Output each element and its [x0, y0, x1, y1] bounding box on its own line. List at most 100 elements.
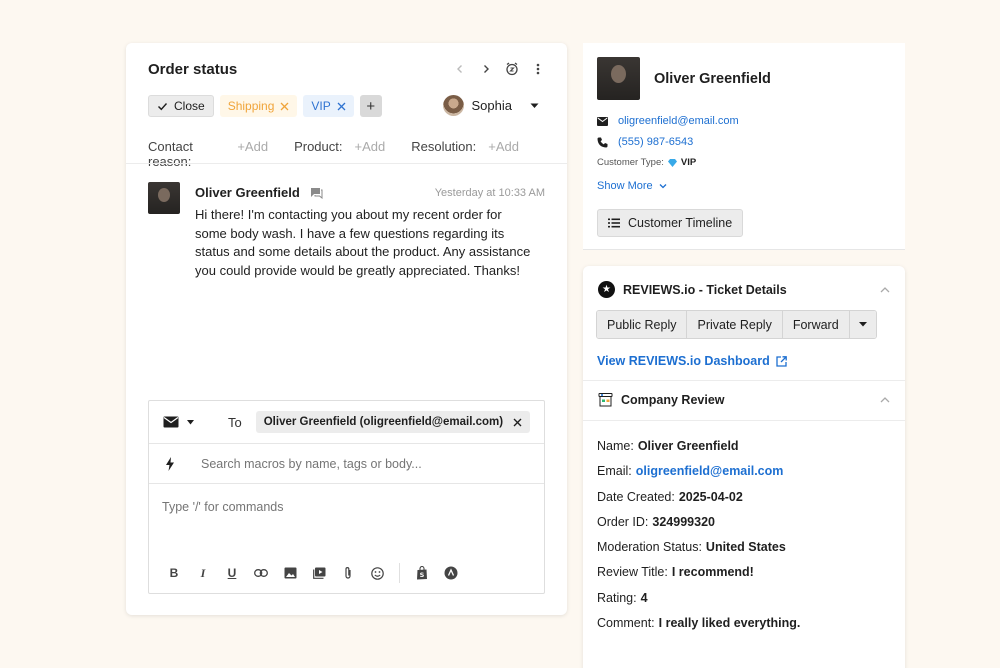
assignee-name: Sophia: [471, 98, 512, 113]
message-author-row: Oliver Greenfield: [195, 185, 323, 200]
ticket-actions: [453, 62, 545, 76]
store-icon: [598, 393, 613, 407]
reply-body-input[interactable]: [162, 500, 522, 514]
customer-email-link[interactable]: oligreenfield@email.com: [618, 115, 739, 127]
caret-down-icon: [858, 322, 867, 327]
ticket-tags: Close Shipping VIP +: [148, 95, 382, 117]
snooze-alarm-icon[interactable]: [505, 62, 519, 76]
detail-row-comment: Comment: I really liked everything.: [597, 616, 800, 641]
detail-value: United States: [705, 540, 786, 555]
message-author: Oliver Greenfield: [195, 185, 300, 200]
avatar: [597, 57, 640, 100]
view-dashboard-link[interactable]: View REVIEWS.io Dashboard: [597, 354, 787, 368]
tag-vip-label: VIP: [311, 99, 331, 113]
field-label: Resolution:: [411, 139, 477, 154]
customer-type-value: VIP: [680, 157, 697, 168]
format-toolbar: B I U S: [167, 563, 458, 583]
public-reply-button[interactable]: Public Reply: [597, 311, 688, 338]
detail-row-order-id: Order ID: 324999320: [597, 515, 800, 540]
channel-dropdown[interactable]: [163, 416, 194, 428]
chevron-up-icon[interactable]: [880, 397, 890, 403]
phone-icon: [597, 137, 608, 147]
video-icon[interactable]: [312, 566, 326, 580]
chevron-up-icon[interactable]: [880, 286, 890, 293]
review-details: Name: Oliver Greenfield Email: oligreenf…: [597, 439, 800, 641]
assignee-dropdown[interactable]: Sophia: [442, 95, 539, 116]
close-label: Close: [174, 99, 205, 113]
to-label: To: [228, 414, 242, 430]
detail-label: Order ID:: [597, 514, 649, 529]
customer-type: Customer Type: VIP: [597, 157, 696, 168]
close-ticket-button[interactable]: Close: [148, 95, 214, 117]
customer-phone-link[interactable]: (555) 987-6543: [618, 136, 693, 148]
lightning-icon: [166, 456, 174, 471]
detail-label: Name:: [597, 439, 634, 453]
customer-type-label: Customer Type:: [597, 157, 664, 168]
underline-icon[interactable]: U: [225, 566, 239, 580]
svg-text:S: S: [420, 571, 425, 579]
detail-label: Review Title:: [597, 565, 668, 580]
more-actions-dropdown[interactable]: [849, 311, 876, 338]
field-resolution: Resolution: +Add: [411, 139, 519, 169]
ticket-panel: Order status Close Shipping VIP + Sophia…: [126, 43, 567, 615]
private-reply-button[interactable]: Private Reply: [687, 311, 783, 338]
message-time: Yesterday at 10:33 AM: [434, 186, 545, 199]
detail-label: Moderation Status:: [597, 540, 702, 555]
detail-value: 2025-04-02: [678, 489, 743, 504]
ticket-header: Order status: [148, 59, 545, 79]
italic-icon[interactable]: I: [196, 566, 210, 580]
reviews-title: REVIEWS.io - Ticket Details: [623, 282, 787, 297]
chevron-left-icon[interactable]: [453, 62, 467, 76]
mail-icon: [163, 416, 179, 428]
chevron-right-icon[interactable]: [479, 62, 493, 76]
detail-value: I really liked everything.: [658, 616, 801, 631]
more-vertical-icon[interactable]: [531, 62, 545, 76]
avatar: [442, 95, 464, 116]
field-add-button[interactable]: +Add: [354, 139, 385, 169]
detail-row-date: Date Created: 2025-04-02: [597, 490, 800, 515]
detail-label: Date Created:: [597, 489, 675, 504]
reply-composer: To Oliver Greenfield (oligreenfield@emai…: [148, 400, 545, 594]
company-review-header[interactable]: Company Review: [598, 393, 890, 407]
bold-icon[interactable]: B: [167, 566, 181, 580]
remove-tag-icon[interactable]: [337, 102, 346, 111]
detail-label: Rating:: [597, 590, 637, 605]
toolbar-divider: [399, 563, 400, 583]
tag-vip[interactable]: VIP: [303, 95, 354, 117]
ticket-title: Order status: [148, 60, 238, 78]
field-add-button[interactable]: +Add: [488, 139, 519, 169]
shopify-icon[interactable]: S: [415, 566, 429, 580]
tag-shipping[interactable]: Shipping: [219, 95, 298, 117]
detail-label: Email:: [597, 464, 632, 479]
attachment-icon[interactable]: [341, 566, 355, 580]
ticket-fields: Contact reason: +Add Product: +Add Resol…: [148, 139, 545, 169]
emoji-icon[interactable]: [370, 566, 384, 580]
app-extension-icon[interactable]: [444, 566, 458, 580]
detail-email-link[interactable]: oligreenfield@email.com: [636, 464, 784, 489]
macros-row: [149, 444, 544, 484]
image-icon[interactable]: [283, 566, 297, 580]
forward-button[interactable]: Forward: [782, 311, 850, 338]
reviews-title-row: ★ REVIEWS.io - Ticket Details: [598, 281, 787, 298]
message-header: Oliver Greenfield Yesterday at 10:33 AM: [195, 185, 545, 200]
field-add-button[interactable]: +Add: [237, 139, 268, 169]
customer-timeline-button[interactable]: Customer Timeline: [597, 209, 744, 237]
detail-value: I recommend!: [671, 565, 754, 580]
diamond-icon: [667, 158, 677, 167]
show-more-button[interactable]: Show More: [597, 180, 667, 192]
macros-search-input[interactable]: [201, 456, 501, 471]
customer-phone-row: (555) 987-6543: [597, 136, 693, 148]
recipient-chip[interactable]: Oliver Greenfield (oligreenfield@email.c…: [255, 411, 531, 433]
link-icon[interactable]: [254, 566, 268, 580]
reviews-header[interactable]: ★ REVIEWS.io - Ticket Details: [598, 281, 890, 298]
reply-button-group: Public Reply Private Reply Forward: [596, 310, 877, 339]
detail-row-name: Name: Oliver Greenfield: [597, 439, 800, 464]
composer-body: [149, 484, 544, 540]
avatar: [148, 182, 180, 214]
customer-email-row: oligreenfield@email.com: [597, 115, 739, 127]
add-tag-button[interactable]: +: [359, 95, 382, 117]
close-icon[interactable]: [513, 418, 522, 427]
recipient-label: Oliver Greenfield (oligreenfield@email.c…: [263, 416, 504, 428]
message-body: Hi there! I'm contacting you about my re…: [195, 207, 531, 278]
remove-tag-icon[interactable]: [280, 102, 289, 111]
